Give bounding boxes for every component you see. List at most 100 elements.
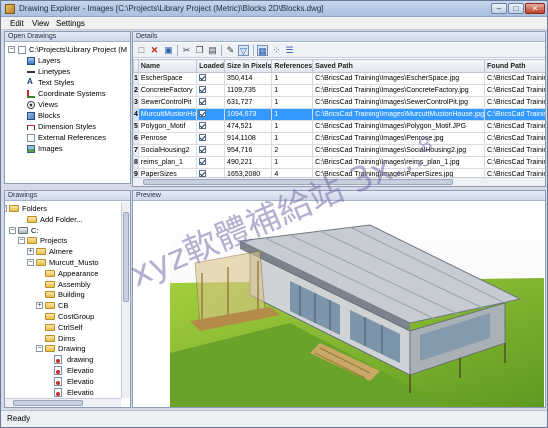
minimize-button[interactable]: – <box>491 3 507 14</box>
filter-icon[interactable]: ▽ <box>238 45 249 56</box>
drawings-tree-item[interactable]: drawing <box>5 354 121 365</box>
loaded-checkbox[interactable] <box>196 168 226 177</box>
drawings-tree-item[interactable]: Appearance <box>5 268 121 279</box>
drawings-tree-item[interactable]: + Almere <box>5 246 121 257</box>
column-header-found-path[interactable]: Found Path <box>484 59 545 73</box>
scrollbar-thumb[interactable] <box>123 212 129 302</box>
collapse-icon[interactable]: − <box>36 345 43 353</box>
checkbox[interactable] <box>199 170 207 177</box>
collapse-icon[interactable]: − <box>9 226 16 234</box>
new-icon[interactable]: □ <box>136 45 147 56</box>
cut-icon[interactable]: ✂ <box>181 45 192 56</box>
drawings-tree-item[interactable]: Add Folder... <box>5 214 121 225</box>
collapse-icon[interactable]: − <box>8 46 15 53</box>
paste-icon[interactable]: ▤ <box>207 45 218 56</box>
drawings-tree-item[interactable]: Elevatio <box>5 365 121 376</box>
column-header-saved-path[interactable]: Saved Path <box>312 59 486 73</box>
drawings-tree-item[interactable]: Elevatio <box>5 376 121 387</box>
blocks-icon <box>27 112 35 120</box>
menu-view[interactable]: View <box>32 19 49 28</box>
saved-path-cell: C:\BricsCad Training\Images\MurcuttMusto… <box>312 108 486 121</box>
drawings-tree-label: C: <box>31 225 39 235</box>
table-row[interactable]: 6 Penrose 914,1108 1 C:\BricsCad Training\Im… <box>133 132 545 145</box>
table-row[interactable]: 1 EscherSpace 350,414 1 C:\BricsCad Training… <box>133 72 545 85</box>
tree-item-layers[interactable]: Layers <box>27 55 127 66</box>
checkbox[interactable] <box>199 110 207 117</box>
checkbox[interactable] <box>199 134 207 141</box>
table-view-icon[interactable]: ▦ <box>257 45 268 56</box>
linetypes-icon <box>27 71 35 73</box>
loaded-checkbox[interactable] <box>196 120 226 133</box>
tree-item-dimension-styles[interactable]: Dimension Styles <box>27 121 127 132</box>
tree-item-views[interactable]: Views <box>27 99 127 110</box>
loaded-checkbox[interactable] <box>196 132 226 145</box>
checkbox[interactable] <box>199 98 207 105</box>
scrollbar-thumb[interactable] <box>13 400 83 406</box>
checkbox[interactable] <box>199 158 207 165</box>
loaded-checkbox[interactable] <box>196 144 226 157</box>
loaded-checkbox[interactable] <box>196 108 226 121</box>
tree-root-drawing[interactable]: − C:\Projects\Library Project (M <box>5 44 130 55</box>
copy-icon[interactable]: ❐ <box>194 45 205 56</box>
tree-item-coordinate-systems[interactable]: Coordinate Systems <box>27 88 127 99</box>
drawings-tree-item[interactable]: − C: <box>5 225 121 236</box>
drawings-tree-item[interactable]: Dims <box>5 333 121 344</box>
references-cell: 1 <box>271 120 314 133</box>
details-toolbar: □ ✕ ▣ ✂ ❐ ▤ ✎ ▽ ▦ ⁘ ☰ <box>133 43 545 58</box>
checkbox[interactable] <box>199 86 207 93</box>
delete-icon[interactable]: ✕ <box>149 45 160 56</box>
title-bar[interactable]: Drawing Explorer - Images [C:\Projects\L… <box>1 1 547 17</box>
drawings-tree-item[interactable]: Elevatio <box>5 387 121 398</box>
tree-view-icon[interactable]: ☰ <box>284 45 295 56</box>
collapse-icon[interactable]: − <box>27 259 34 266</box>
tree-item-images[interactable]: Images <box>27 143 127 154</box>
table-row[interactable]: 5 Polygon_Motif 474,521 1 C:\BricsCad Traini… <box>133 120 545 133</box>
checkbox[interactable] <box>199 146 207 153</box>
table-row[interactable]: 4 MurcuttMustonHo 1094,673 1 C:\BricsCad Tra… <box>133 108 545 121</box>
menu-edit[interactable]: Edit <box>10 19 24 28</box>
loaded-checkbox[interactable] <box>196 84 226 97</box>
drawings-tree-item[interactable]: CostGroup <box>5 311 121 322</box>
drawings-vertical-scrollbar[interactable] <box>121 202 130 398</box>
details-horizontal-scrollbar[interactable] <box>133 177 545 186</box>
menu-settings[interactable]: Settings <box>56 19 85 28</box>
expand-icon[interactable]: + <box>36 302 43 310</box>
table-row[interactable]: 8 reims_plan_1 490,221 1 C:\BricsCad Trainin… <box>133 156 545 169</box>
tree-item-text-styles[interactable]: A Text Styles <box>27 77 127 88</box>
drawings-tree-item[interactable]: − Murcutt_Musto <box>5 257 121 268</box>
drawings-tree-item[interactable]: − Drawing <box>5 343 121 354</box>
tree-item-external-references[interactable]: External References <box>27 132 127 143</box>
expand-icon[interactable]: + <box>27 248 34 256</box>
collapse-icon[interactable]: − <box>5 205 7 212</box>
scrollbar-thumb[interactable] <box>143 179 453 185</box>
loaded-checkbox[interactable] <box>196 96 226 109</box>
loaded-checkbox[interactable] <box>196 156 226 169</box>
drawings-tree-item[interactable]: + CB <box>5 300 121 311</box>
column-header-loaded[interactable]: Loaded <box>196 59 226 73</box>
table-row[interactable]: 2 ConcreteFactory 1109,735 1 C:\BricsCad Tra… <box>133 84 545 97</box>
column-header-references[interactable]: References <box>271 59 314 73</box>
column-header-name[interactable]: Name <box>137 59 198 73</box>
maximize-button[interactable]: □ <box>508 3 524 14</box>
column-header-size[interactable]: Size In Pixels <box>224 59 273 73</box>
attach-icon[interactable]: ▣ <box>163 45 174 56</box>
collapse-icon[interactable]: − <box>18 237 25 245</box>
tree-item-blocks[interactable]: Blocks <box>27 110 127 121</box>
drawings-tree-item[interactable]: − Projects <box>5 235 121 246</box>
drawings-tree-item[interactable]: − Folders <box>5 203 121 214</box>
edit-icon[interactable]: ✎ <box>225 45 236 56</box>
drawings-horizontal-scrollbar[interactable] <box>5 398 121 407</box>
drawings-tree-item[interactable]: Building <box>5 289 121 300</box>
checkbox[interactable] <box>199 122 207 129</box>
close-button[interactable]: ✕ <box>525 3 545 14</box>
loaded-checkbox[interactable] <box>196 72 226 85</box>
drawings-tree-item[interactable]: Assembly <box>5 279 121 290</box>
dimension-styles-icon <box>27 125 35 130</box>
table-row[interactable]: 7 SocialHousing2 954,716 2 C:\BricsCad Train… <box>133 144 545 157</box>
icon-view-icon[interactable]: ⁘ <box>271 45 282 56</box>
table-row[interactable]: 9 PaperSizes 1653,2080 4 C:\BricsCad Trainin… <box>133 168 545 177</box>
drawings-tree-item[interactable]: CtrlSelf <box>5 322 121 333</box>
table-row[interactable]: 3 SewerControlPit 631,727 1 C:\BricsCad Trai… <box>133 96 545 109</box>
checkbox[interactable] <box>199 74 207 81</box>
tree-item-linetypes[interactable]: Linetypes <box>27 66 127 77</box>
